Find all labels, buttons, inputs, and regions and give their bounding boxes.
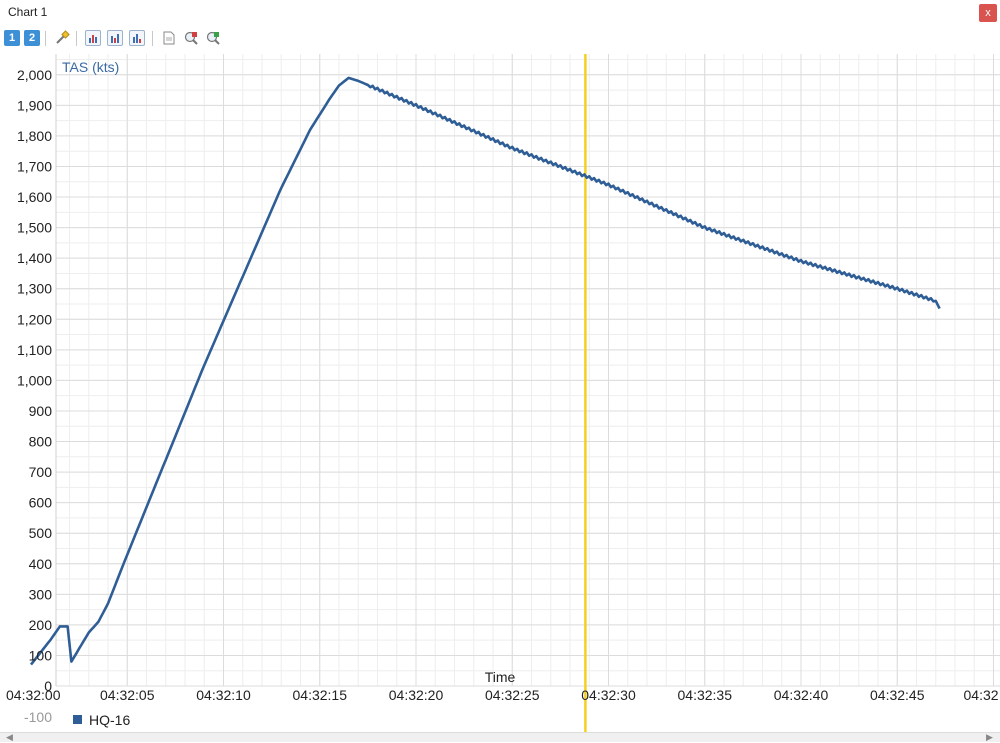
x-axis-ticks: 04:32:00 04:32:05 04:32:10 04:32:15 04:32:20… <box>6 687 999 703</box>
y-tick-label: 1,400 <box>17 250 52 266</box>
toolbar-separator <box>45 31 46 46</box>
y-tick-label: 600 <box>29 495 53 511</box>
chart-2-button[interactable]: 2 <box>24 30 40 46</box>
toolbar-separator <box>76 31 77 46</box>
series-line-hq-16 <box>29 76 941 666</box>
x-axis-label: Time <box>485 669 516 685</box>
y-axis-ticks: -10001002003004005006007008009001,0001,1… <box>17 67 52 725</box>
y-tick-label: 900 <box>29 403 53 419</box>
close-button[interactable]: x <box>979 4 997 22</box>
x-tick-label: 04:32:20 <box>389 687 444 703</box>
marker-icon[interactable] <box>54 30 70 46</box>
chart-toolbar: 1 2 <box>0 26 1000 52</box>
y-tick-label: 1,700 <box>17 158 52 174</box>
tas-chart[interactable]: -10001002003004005006007008009001,0001,1… <box>0 52 1000 732</box>
y-tick-label: 300 <box>29 586 53 602</box>
legend: HQ-16 <box>73 712 130 728</box>
zoom-in-icon[interactable] <box>183 30 199 46</box>
x-tick-label: 04:32 <box>964 687 999 703</box>
scroll-left-icon[interactable]: ◀ <box>6 732 13 743</box>
minor-grid <box>56 54 1000 687</box>
window-title: Chart 1 <box>8 5 48 19</box>
page-icon[interactable] <box>161 30 177 46</box>
y-tick-label: 1,200 <box>17 311 52 327</box>
chart-1-button[interactable]: 1 <box>4 30 20 46</box>
x-tick-label: 04:32:15 <box>293 687 348 703</box>
chart-type-a-icon[interactable] <box>85 30 101 46</box>
y-tick-label: 800 <box>29 434 53 450</box>
y-tick-label: 200 <box>29 617 53 633</box>
zoom-out-icon[interactable] <box>205 30 221 46</box>
x-tick-label: 04:32:35 <box>678 687 733 703</box>
y-tick-label: 100 <box>29 647 53 663</box>
legend-swatch-hq-16 <box>73 715 82 724</box>
y-axis-label: TAS (kts) <box>62 59 119 75</box>
chart-type-c-icon[interactable] <box>129 30 145 46</box>
x-tick-label: 04:32:05 <box>100 687 155 703</box>
y-tick-label: 2,000 <box>17 67 52 83</box>
y-tick-label: 1,800 <box>17 128 52 144</box>
x-tick-label: 04:32:45 <box>870 687 925 703</box>
y-tick-label: 1,600 <box>17 189 52 205</box>
x-tick-label: 04:32:25 <box>485 687 540 703</box>
y-tick-label: 500 <box>29 525 53 541</box>
toolbar-separator <box>152 31 153 46</box>
y-tick-label: -100 <box>24 709 52 725</box>
legend-label-hq-16: HQ-16 <box>89 712 130 728</box>
y-tick-label: 1,100 <box>17 342 52 358</box>
x-tick-label: 04:32:00 <box>6 687 61 703</box>
x-tick-label: 04:32:10 <box>196 687 251 703</box>
chart-area: -100 0 100 200 300 400 500 600 700 800 900 1,000 1,1… <box>0 52 1000 732</box>
chart-type-b-icon[interactable] <box>107 30 123 46</box>
window-titlebar: Chart 1 x <box>0 0 1000 26</box>
y-tick-label: 1,000 <box>17 372 52 388</box>
y-tick-label: 700 <box>29 464 53 480</box>
y-tick-label: 1,300 <box>17 281 52 297</box>
y-tick-label: 1,900 <box>17 97 52 113</box>
x-tick-label: 04:32:30 <box>581 687 636 703</box>
y-tick-label: 1,500 <box>17 220 52 236</box>
horizontal-scrollbar[interactable]: ◀ ▶ <box>0 732 1000 742</box>
scroll-right-icon[interactable]: ▶ <box>986 732 993 743</box>
x-tick-label: 04:32:40 <box>774 687 829 703</box>
y-tick-label: 400 <box>29 556 53 572</box>
